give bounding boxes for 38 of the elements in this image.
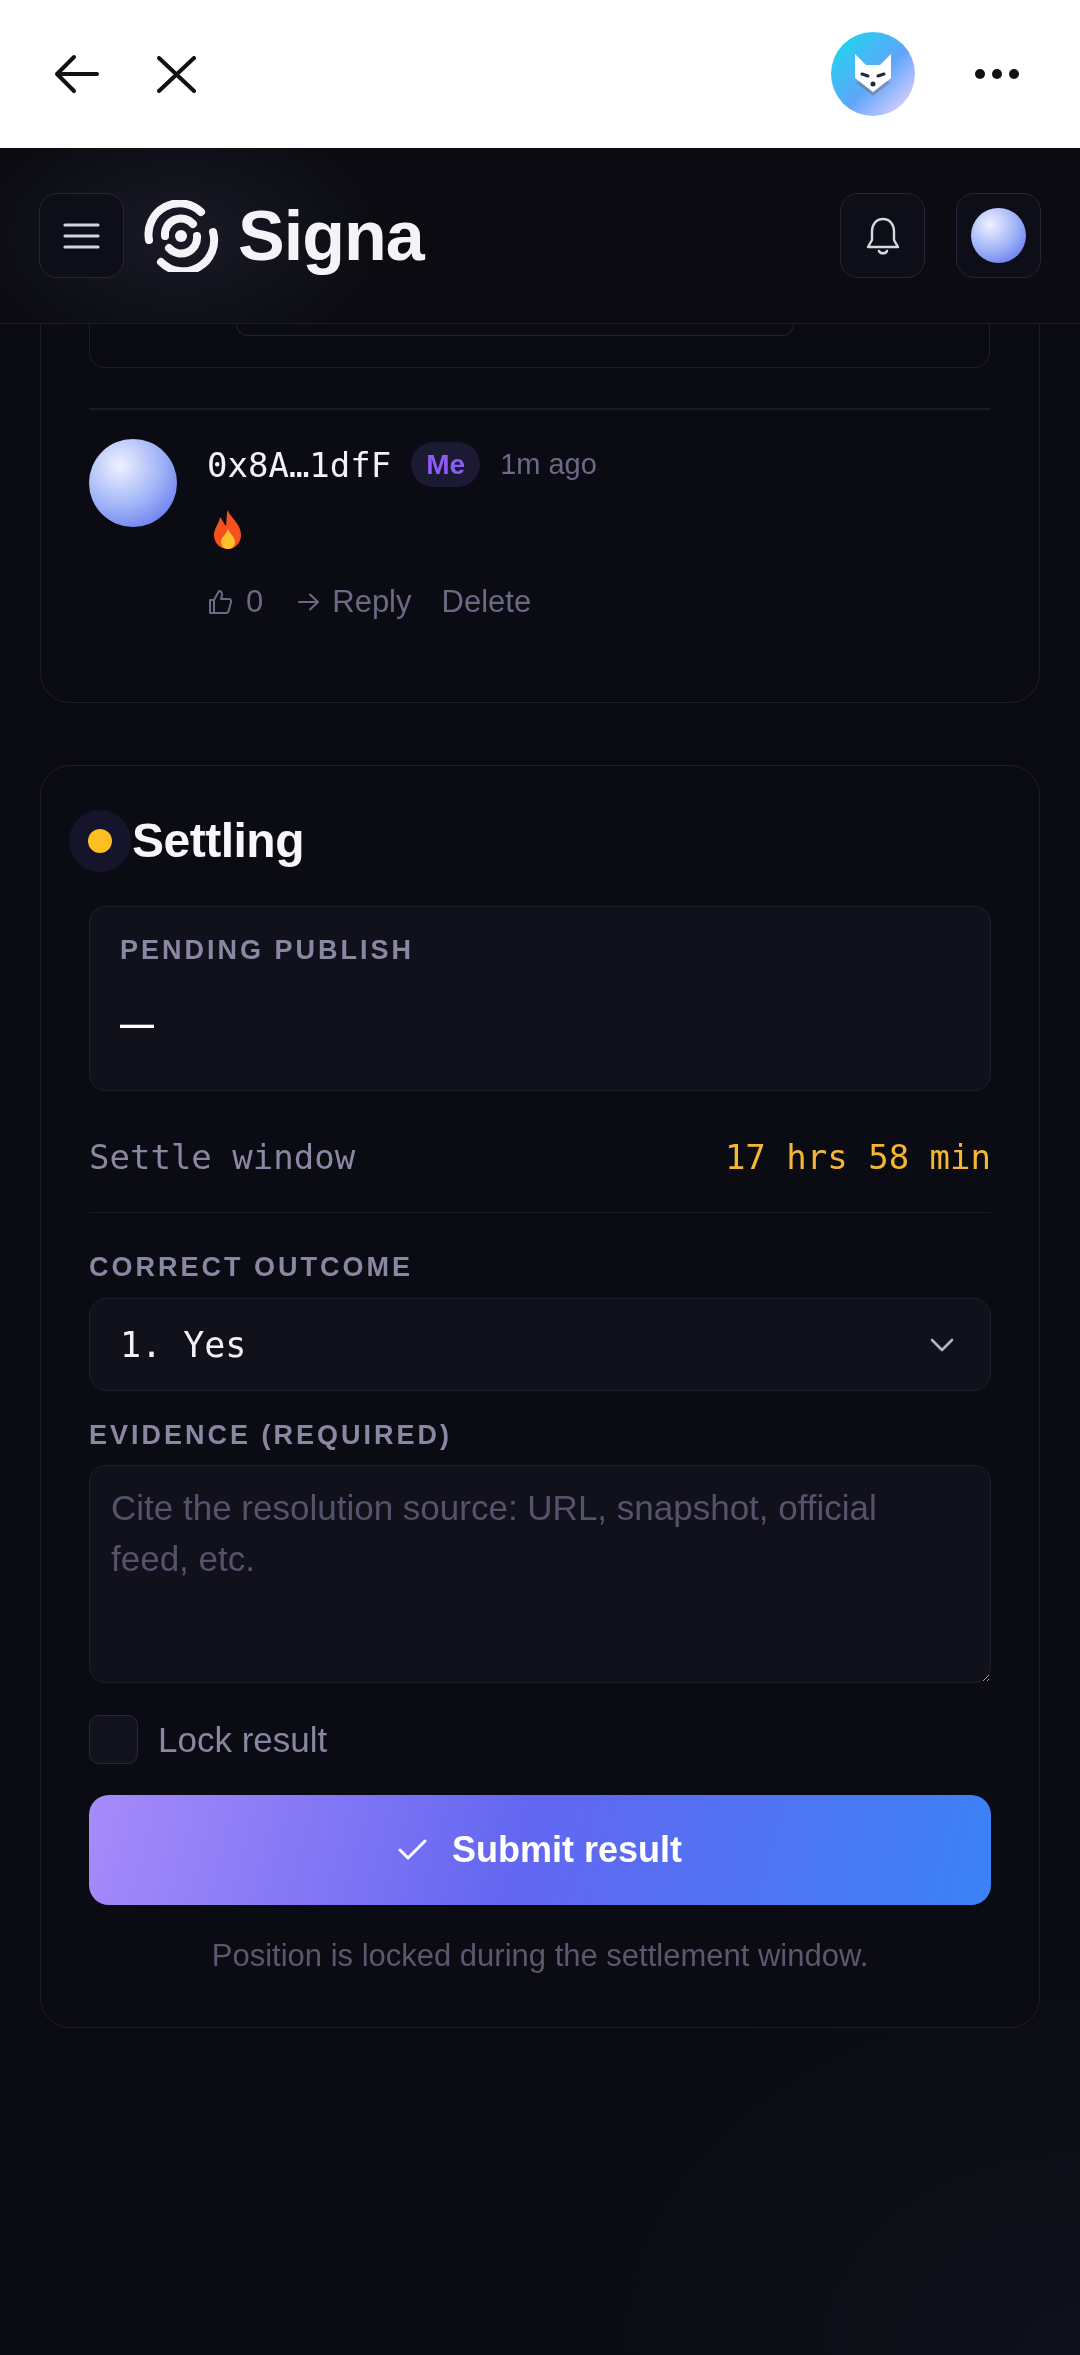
settle-window-label: Settle window [89,1136,356,1177]
more-icon [975,69,1019,79]
chevron-down-icon [930,1337,954,1352]
avatar [971,208,1026,263]
settlement-note: Position is locked during the settlement window. [210,1937,870,1975]
delete-button[interactable]: Delete [441,581,532,622]
reply-button[interactable]: Reply [297,581,412,622]
close-button[interactable] [157,55,196,93]
pending-label: PENDING PUBLISH [120,934,416,965]
account-button[interactable] [956,193,1041,278]
bell-icon [864,215,901,256]
lock-result-label[interactable]: Lock result [158,1719,328,1760]
evidence-field[interactable]: Cite the resolution source: URL, snapshot, official feed, etc. [89,1465,991,1683]
more-button[interactable] [975,69,1019,79]
close-icon [157,55,196,93]
me-badge: Me [411,442,481,487]
settle-window-value: 17 hrs 58 min [724,1136,991,1177]
check-icon [398,1839,427,1861]
back-arrow-icon [53,54,99,94]
logo-icon [143,199,219,272]
notifications-button[interactable] [840,193,925,278]
status-dot-icon [69,809,131,872]
back-button[interactable] [53,54,99,94]
like-button[interactable]: 0 [207,581,264,622]
menu-icon [63,222,100,249]
comment-time: 1m ago [500,448,597,481]
pending-value: — [120,1002,155,1043]
evidence-label: EVIDENCE (REQUIRED) [89,1420,454,1450]
outcome-select[interactable]: 1. Yes [89,1298,991,1391]
status-title: Settling [132,816,304,865]
thumbs-up-icon [207,588,233,615]
author-address: 0x8A…1dfF [207,444,392,485]
outcome-label: CORRECT OUTCOME [89,1252,414,1282]
menu-button[interactable] [39,193,124,278]
fox-logo-icon[interactable] [831,32,915,116]
lock-checkbox[interactable] [89,1715,138,1764]
submit-button[interactable]: Submit result [89,1795,991,1905]
arrow-right-icon [297,592,321,611]
